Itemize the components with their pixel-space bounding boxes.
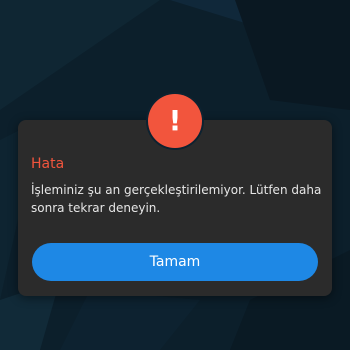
exclamation-icon: ! — [148, 94, 202, 148]
alert-badge: ! — [146, 92, 204, 150]
ok-button[interactable]: Tamam — [32, 243, 318, 281]
screen: Hata İşleminiz şu an gerçekleştirilemiyo… — [0, 0, 350, 350]
dialog-message: İşleminiz şu an gerçekleştirilemiyor. Lü… — [31, 183, 322, 215]
dialog-title: Hata — [31, 156, 65, 172]
